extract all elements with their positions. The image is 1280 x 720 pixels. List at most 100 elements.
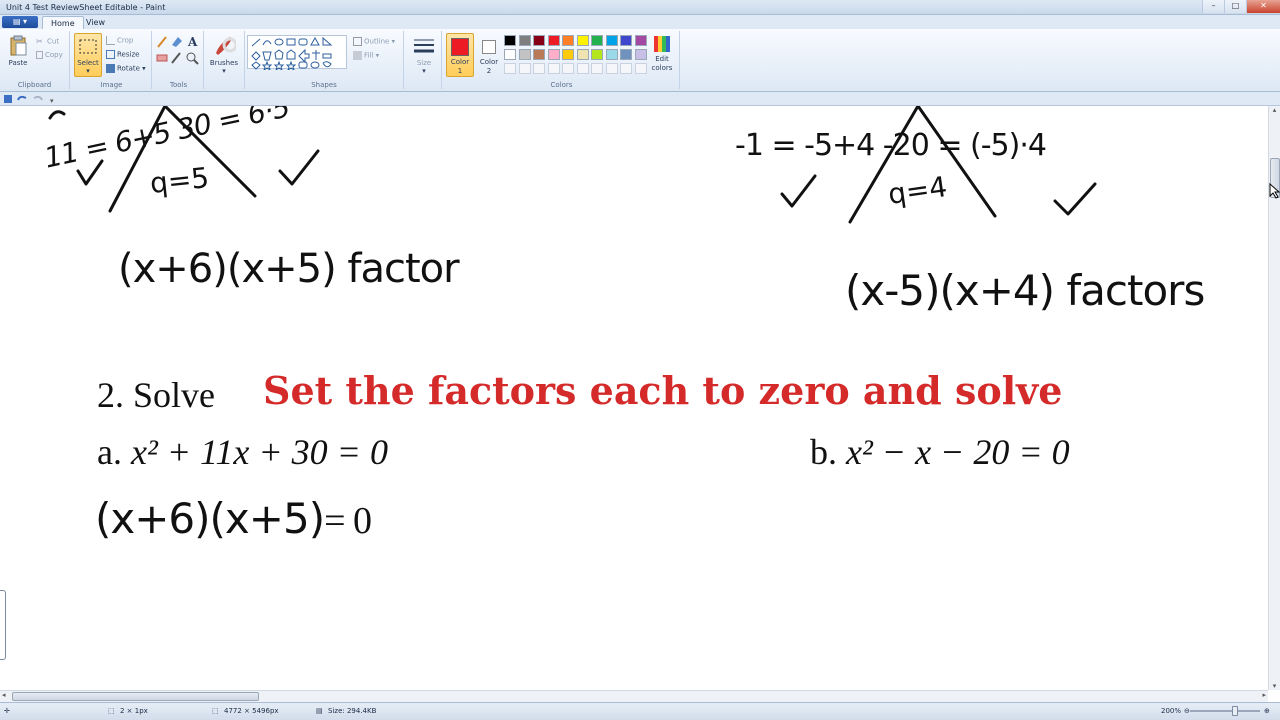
paint-menu-button[interactable]: ▤ ▾ bbox=[2, 16, 38, 28]
fill-dropdown[interactable]: Fill ▾ bbox=[353, 51, 379, 60]
minimize-button[interactable]: – bbox=[1202, 0, 1224, 13]
drawing-canvas[interactable]: 11 = 6+5 30 = 6·5 q=5 (x+6)(x+5) factor … bbox=[0, 106, 1268, 690]
palette-swatch[interactable] bbox=[518, 49, 531, 60]
crop-icon bbox=[106, 36, 115, 45]
empty-palette-slot[interactable] bbox=[591, 63, 603, 74]
work-line-factors: (x+6)(x+5) bbox=[95, 494, 325, 543]
brushes-button[interactable]: Brushes ▾ bbox=[208, 33, 240, 75]
empty-palette-slot[interactable] bbox=[533, 63, 545, 74]
part-a-label: a. bbox=[97, 432, 122, 472]
empty-palette-slot[interactable] bbox=[620, 63, 632, 74]
shapes-gallery[interactable] bbox=[247, 35, 347, 70]
customize-qat-icon[interactable]: ▾ bbox=[50, 97, 54, 105]
zoom-slider[interactable] bbox=[1190, 710, 1260, 712]
eraser-icon[interactable] bbox=[156, 54, 168, 62]
palette-swatch[interactable] bbox=[576, 49, 589, 60]
cut-button[interactable]: ✂ Cut bbox=[36, 37, 59, 46]
empty-palette-slot[interactable] bbox=[605, 63, 618, 74]
image-group-label: Image bbox=[100, 81, 123, 89]
palette-swatch[interactable] bbox=[533, 35, 545, 46]
color1-button[interactable]: Color 1 bbox=[446, 33, 474, 77]
crop-button[interactable]: Crop bbox=[106, 36, 133, 45]
palette-swatch[interactable] bbox=[576, 35, 589, 46]
pencil-icon[interactable] bbox=[157, 36, 167, 48]
rotate-button[interactable]: Rotate ▾ bbox=[106, 64, 146, 73]
palette-swatch[interactable] bbox=[518, 35, 531, 46]
redo-icon[interactable] bbox=[33, 95, 43, 101]
color2-swatch bbox=[482, 40, 496, 54]
scroll-left-icon[interactable]: ◂ bbox=[2, 691, 6, 699]
palette-swatch[interactable] bbox=[547, 35, 560, 46]
color1-swatch bbox=[451, 38, 469, 56]
part-b: b. x² − x − 20 = 0 bbox=[810, 431, 1070, 473]
rotate-icon bbox=[106, 64, 115, 73]
maximize-button[interactable]: □ bbox=[1224, 0, 1246, 13]
tab-view[interactable]: View bbox=[78, 16, 113, 29]
save-icon[interactable] bbox=[4, 95, 12, 103]
left-q-note: q=5 bbox=[148, 161, 211, 200]
palette-swatch[interactable] bbox=[591, 49, 603, 60]
tools-group-label: Tools bbox=[169, 81, 188, 89]
canvas-size: 4772 × 5496px bbox=[224, 707, 279, 715]
instruction-text: Set the factors each to zero and solve bbox=[263, 368, 1063, 413]
palette-swatch[interactable] bbox=[634, 35, 647, 46]
palette-swatch[interactable] bbox=[605, 35, 618, 46]
paste-button[interactable]: Paste bbox=[4, 35, 32, 67]
zoom-out-icon[interactable]: ⊖ bbox=[1184, 707, 1190, 715]
color2-button[interactable]: Color 2 bbox=[476, 33, 502, 76]
palette-swatch[interactable] bbox=[634, 49, 647, 60]
ribbon: Paste ✂ Cut Copy Clipboard Select ▾ Crop … bbox=[0, 29, 1280, 92]
problem-heading: 2. Solve bbox=[97, 375, 216, 415]
shapes-group: Outline ▾ Fill ▾ Shapes bbox=[244, 31, 404, 89]
empty-palette-slot[interactable] bbox=[634, 63, 647, 74]
part-a: a. x² + 11x + 30 = 0 bbox=[97, 431, 388, 473]
size-button[interactable]: Size ▾ bbox=[410, 37, 438, 75]
scissors-icon: ✂ bbox=[36, 37, 43, 46]
horizontal-scroll-thumb[interactable] bbox=[12, 692, 259, 701]
palette-swatch[interactable] bbox=[504, 49, 516, 60]
color-picker-icon[interactable] bbox=[171, 52, 181, 64]
empty-palette-slot[interactable] bbox=[562, 63, 574, 74]
text-tool-button[interactable]: A bbox=[188, 35, 197, 49]
magnifier-icon[interactable] bbox=[186, 52, 196, 62]
edit-colors-button[interactable]: Edit colors bbox=[648, 35, 676, 73]
scroll-right-icon[interactable]: ▸ bbox=[1262, 691, 1266, 699]
resize-button[interactable]: Resize bbox=[106, 50, 139, 59]
palette-swatch[interactable] bbox=[591, 35, 603, 46]
select-button[interactable]: Select ▾ bbox=[74, 33, 102, 77]
selection-icon: ⬚ bbox=[108, 707, 115, 715]
color-wheel-icon bbox=[654, 36, 670, 52]
palette-swatch[interactable] bbox=[620, 49, 632, 60]
palette-swatch[interactable] bbox=[620, 35, 632, 46]
close-button[interactable]: ✕ bbox=[1246, 0, 1280, 13]
empty-palette-slot[interactable] bbox=[504, 63, 516, 74]
scroll-down-icon[interactable]: ▾ bbox=[1269, 682, 1280, 690]
palette-swatch[interactable] bbox=[605, 49, 618, 60]
canvas-size-icon: ⬚ bbox=[212, 707, 219, 715]
shapes-icons bbox=[251, 36, 333, 70]
canvas-resize-handle[interactable] bbox=[0, 590, 6, 660]
palette-swatch[interactable] bbox=[562, 35, 574, 46]
cursor-position: 2 × 1px bbox=[120, 707, 148, 715]
outline-dropdown[interactable]: Outline ▾ bbox=[353, 37, 395, 46]
image-group: Select ▾ Crop Resize Rotate ▾ Image bbox=[72, 31, 152, 89]
colors-group-label: Colors bbox=[550, 81, 573, 89]
undo-icon[interactable] bbox=[17, 95, 27, 101]
tools-group: A Tools bbox=[154, 31, 204, 89]
right-sum-note: -1 = -5+4 -20 = (-5)·4 bbox=[735, 128, 1047, 163]
palette-swatch[interactable] bbox=[533, 49, 545, 60]
empty-palette-slot[interactable] bbox=[518, 63, 531, 74]
window-title: Unit 4 Test ReviewSheet Editable - Paint bbox=[6, 3, 166, 12]
palette-swatch[interactable] bbox=[504, 35, 516, 46]
empty-palette-slot[interactable] bbox=[576, 63, 589, 74]
scroll-up-icon[interactable]: ▴ bbox=[1269, 106, 1280, 114]
copy-button[interactable]: Copy bbox=[36, 51, 63, 59]
zoom-slider-knob[interactable] bbox=[1232, 706, 1238, 716]
fill-icon[interactable] bbox=[172, 37, 182, 47]
zoom-in-icon[interactable]: ⊕ bbox=[1264, 707, 1270, 715]
ribbon-tab-row: ▤ ▾ Home View bbox=[0, 15, 1280, 29]
palette-swatch[interactable] bbox=[547, 49, 560, 60]
empty-palette-slot[interactable] bbox=[547, 63, 560, 74]
palette-swatch[interactable] bbox=[562, 49, 574, 60]
horizontal-scrollbar[interactable]: ◂ ▸ bbox=[0, 690, 1268, 702]
